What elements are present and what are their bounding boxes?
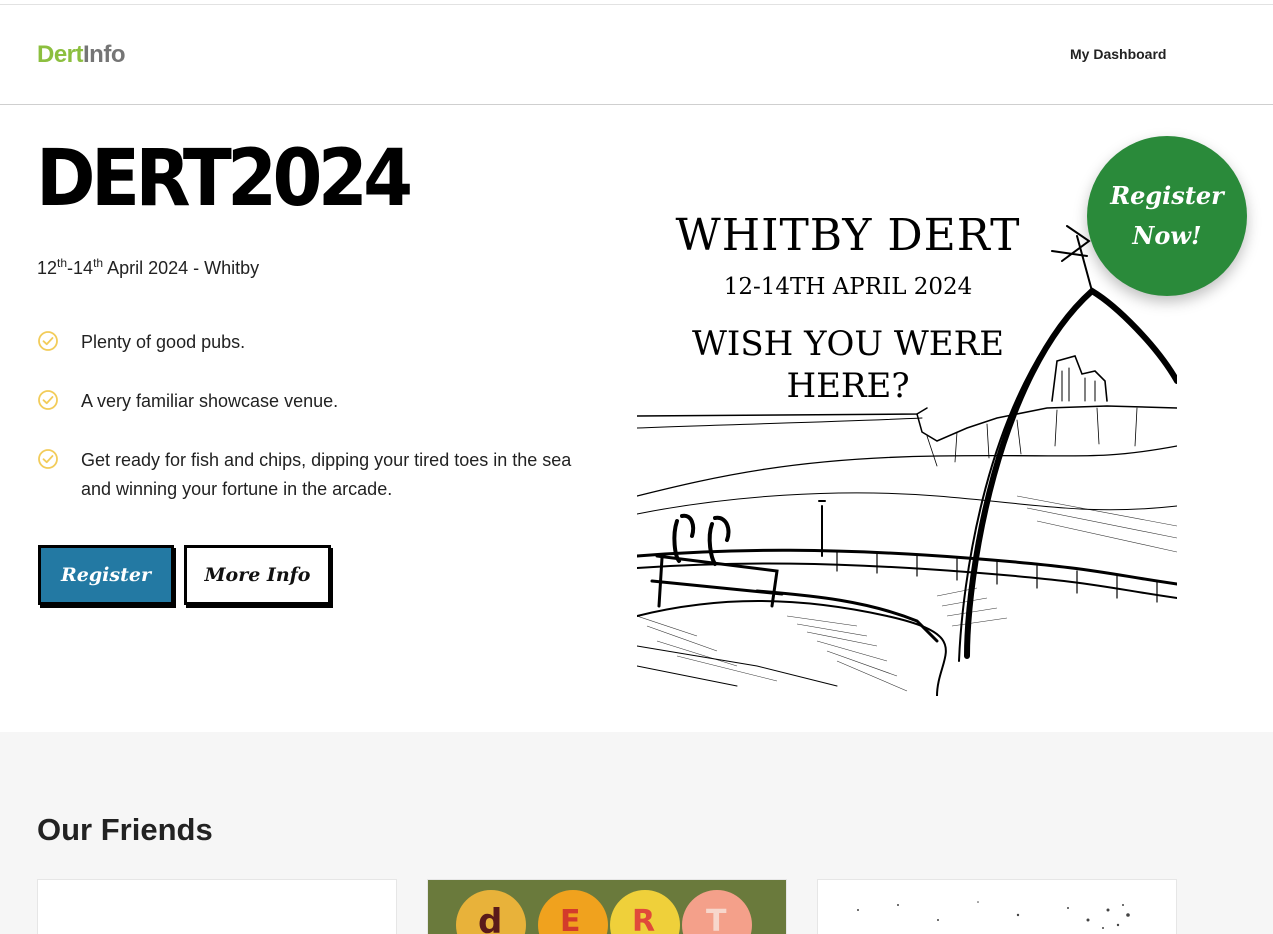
check-circle-icon <box>38 331 58 351</box>
navbar: DertInfo My Dashboard <box>0 5 1273 105</box>
date-start-suffix: th <box>57 256 68 270</box>
register-now-badge[interactable]: Register Now! <box>1087 136 1247 296</box>
badge-line-1: Register <box>1110 181 1224 210</box>
page-title: DERT2024 <box>36 134 413 224</box>
site-logo[interactable]: DertInfo <box>37 41 125 69</box>
our-friends-section: Our Friends d E R T <box>0 732 1273 934</box>
feature-item: Get ready for fish and chips, dipping yo… <box>37 446 597 504</box>
ball-letter: T <box>706 904 727 934</box>
section-heading: Our Friends <box>37 812 213 847</box>
feature-item: Plenty of good pubs. <box>37 328 245 357</box>
date-start: 12 <box>37 258 58 278</box>
whitby-sketch-illustration <box>637 225 1177 696</box>
friend-card-dert-badges[interactable]: d E R T <box>427 879 787 934</box>
date-rest: April 2024 - Whitby <box>103 258 260 278</box>
nav-my-dashboard[interactable]: My Dashboard <box>1070 46 1166 62</box>
whitby-poster-image: WHITBY DERT 12-14TH APRIL 2024 WISH YOU … <box>637 196 1177 696</box>
date-end-suffix: th <box>93 256 104 270</box>
badge-line-2: Now! <box>1132 221 1202 250</box>
ball-letter: d <box>478 902 503 934</box>
check-circle-icon <box>38 390 58 410</box>
more-info-button[interactable]: More Info <box>184 545 331 605</box>
logo-part-info: Info <box>83 41 125 68</box>
register-button[interactable]: Register <box>38 545 174 605</box>
date-sep: -14 <box>67 258 94 278</box>
feature-item: A very familiar showcase venue. <box>37 387 338 416</box>
logo-part-dert: Dert <box>37 41 84 68</box>
feature-text: Plenty of good pubs. <box>81 332 246 352</box>
badge-ball-t: T <box>682 890 752 934</box>
feature-text: A very familiar showcase venue. <box>81 391 339 411</box>
event-dates: 12th-14th April 2024 - Whitby <box>37 256 260 279</box>
check-circle-icon <box>38 449 58 469</box>
friend-card[interactable] <box>37 879 397 934</box>
badge-ball-e: E <box>538 890 608 934</box>
feature-text: Get ready for fish and chips, dipping yo… <box>81 450 572 499</box>
friend-logo-image <box>857 901 1130 929</box>
friend-card[interactable] <box>817 879 1177 934</box>
badge-ball-d: d <box>456 890 526 934</box>
badge-ball-r: R <box>610 890 680 934</box>
ball-letter: E <box>560 904 581 934</box>
ball-letter: R <box>632 904 656 934</box>
